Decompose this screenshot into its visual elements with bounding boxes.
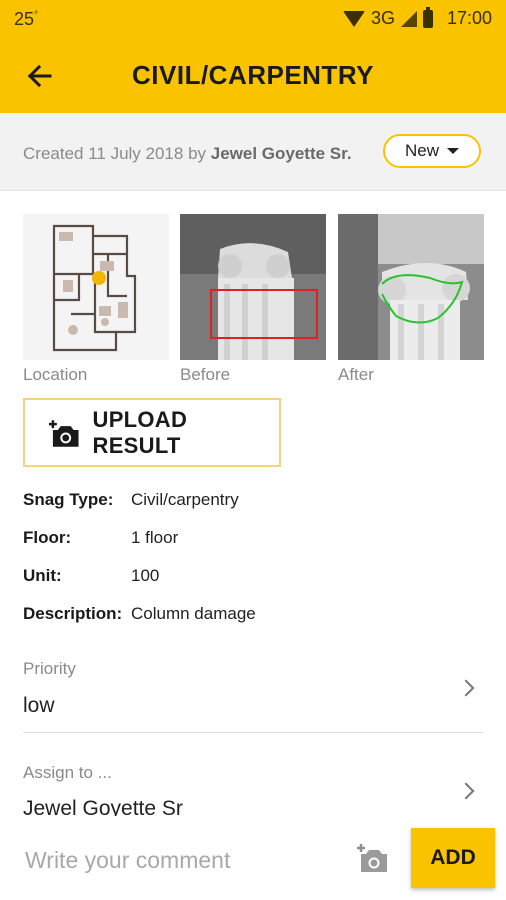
chevron-right-icon bbox=[457, 679, 475, 697]
detail-key: Snag Type: bbox=[23, 490, 114, 509]
wifi-icon bbox=[342, 10, 365, 27]
comment-input[interactable] bbox=[23, 842, 347, 878]
after-label: After bbox=[338, 365, 374, 384]
detail-value: Column damage bbox=[131, 604, 256, 623]
network-type: 3G bbox=[370, 8, 395, 28]
status-value: New bbox=[404, 141, 439, 160]
priority-label: Priority bbox=[23, 659, 76, 678]
assign-label: Assign to ... bbox=[23, 763, 112, 782]
detail-key: Unit: bbox=[23, 566, 62, 585]
status-dropdown[interactable]: New bbox=[383, 134, 481, 168]
app-bar: CIVIL/CARPENTRY bbox=[0, 38, 506, 113]
meta-row: Created 11 July 2018 by Jewel Goyette Sr… bbox=[0, 113, 506, 191]
detail-value: 100 bbox=[131, 566, 160, 585]
before-image[interactable] bbox=[180, 214, 326, 360]
signal-icon bbox=[400, 10, 417, 27]
priority-field[interactable]: Priority low bbox=[0, 650, 506, 732]
battery-icon bbox=[422, 6, 433, 28]
detail-key: Description: bbox=[23, 604, 123, 623]
temperature-indicator: 25° bbox=[14, 9, 39, 29]
caret-down-icon bbox=[447, 148, 459, 154]
assign-field[interactable]: Assign to ... Jewel Goyette Sr bbox=[0, 733, 506, 816]
before-label: Before bbox=[180, 365, 231, 384]
after-image[interactable] bbox=[338, 214, 484, 360]
add-photo-icon bbox=[357, 844, 387, 872]
clock: 17:00 bbox=[446, 8, 492, 28]
upload-result-button[interactable]: UPLOAD RESULT bbox=[23, 398, 281, 467]
location-label: Location bbox=[23, 365, 88, 384]
assign-value: Jewel Goyette Sr bbox=[23, 797, 183, 816]
location-image[interactable] bbox=[23, 214, 169, 360]
priority-value: low bbox=[23, 694, 55, 717]
status-icons: 3G 17:00 bbox=[342, 6, 492, 29]
detail-value: Civil/carpentry bbox=[131, 490, 239, 509]
add-photo-icon bbox=[48, 419, 79, 447]
created-info: Created 11 July 2018 by Jewel Goyette Sr… bbox=[23, 144, 352, 163]
add-button[interactable]: ADD bbox=[411, 828, 495, 888]
detail-value: 1 floor bbox=[131, 528, 179, 547]
upload-result-label: UPLOAD RESULT bbox=[92, 406, 188, 458]
page-title: CIVIL/CARPENTRY bbox=[132, 60, 374, 90]
chevron-right-icon bbox=[457, 782, 475, 800]
status-bar: 25° 3G 17:00 bbox=[0, 0, 506, 38]
detail-key: Floor: bbox=[23, 528, 72, 547]
comment-bar: ADD bbox=[0, 816, 506, 900]
attach-photo-button[interactable] bbox=[354, 840, 390, 876]
